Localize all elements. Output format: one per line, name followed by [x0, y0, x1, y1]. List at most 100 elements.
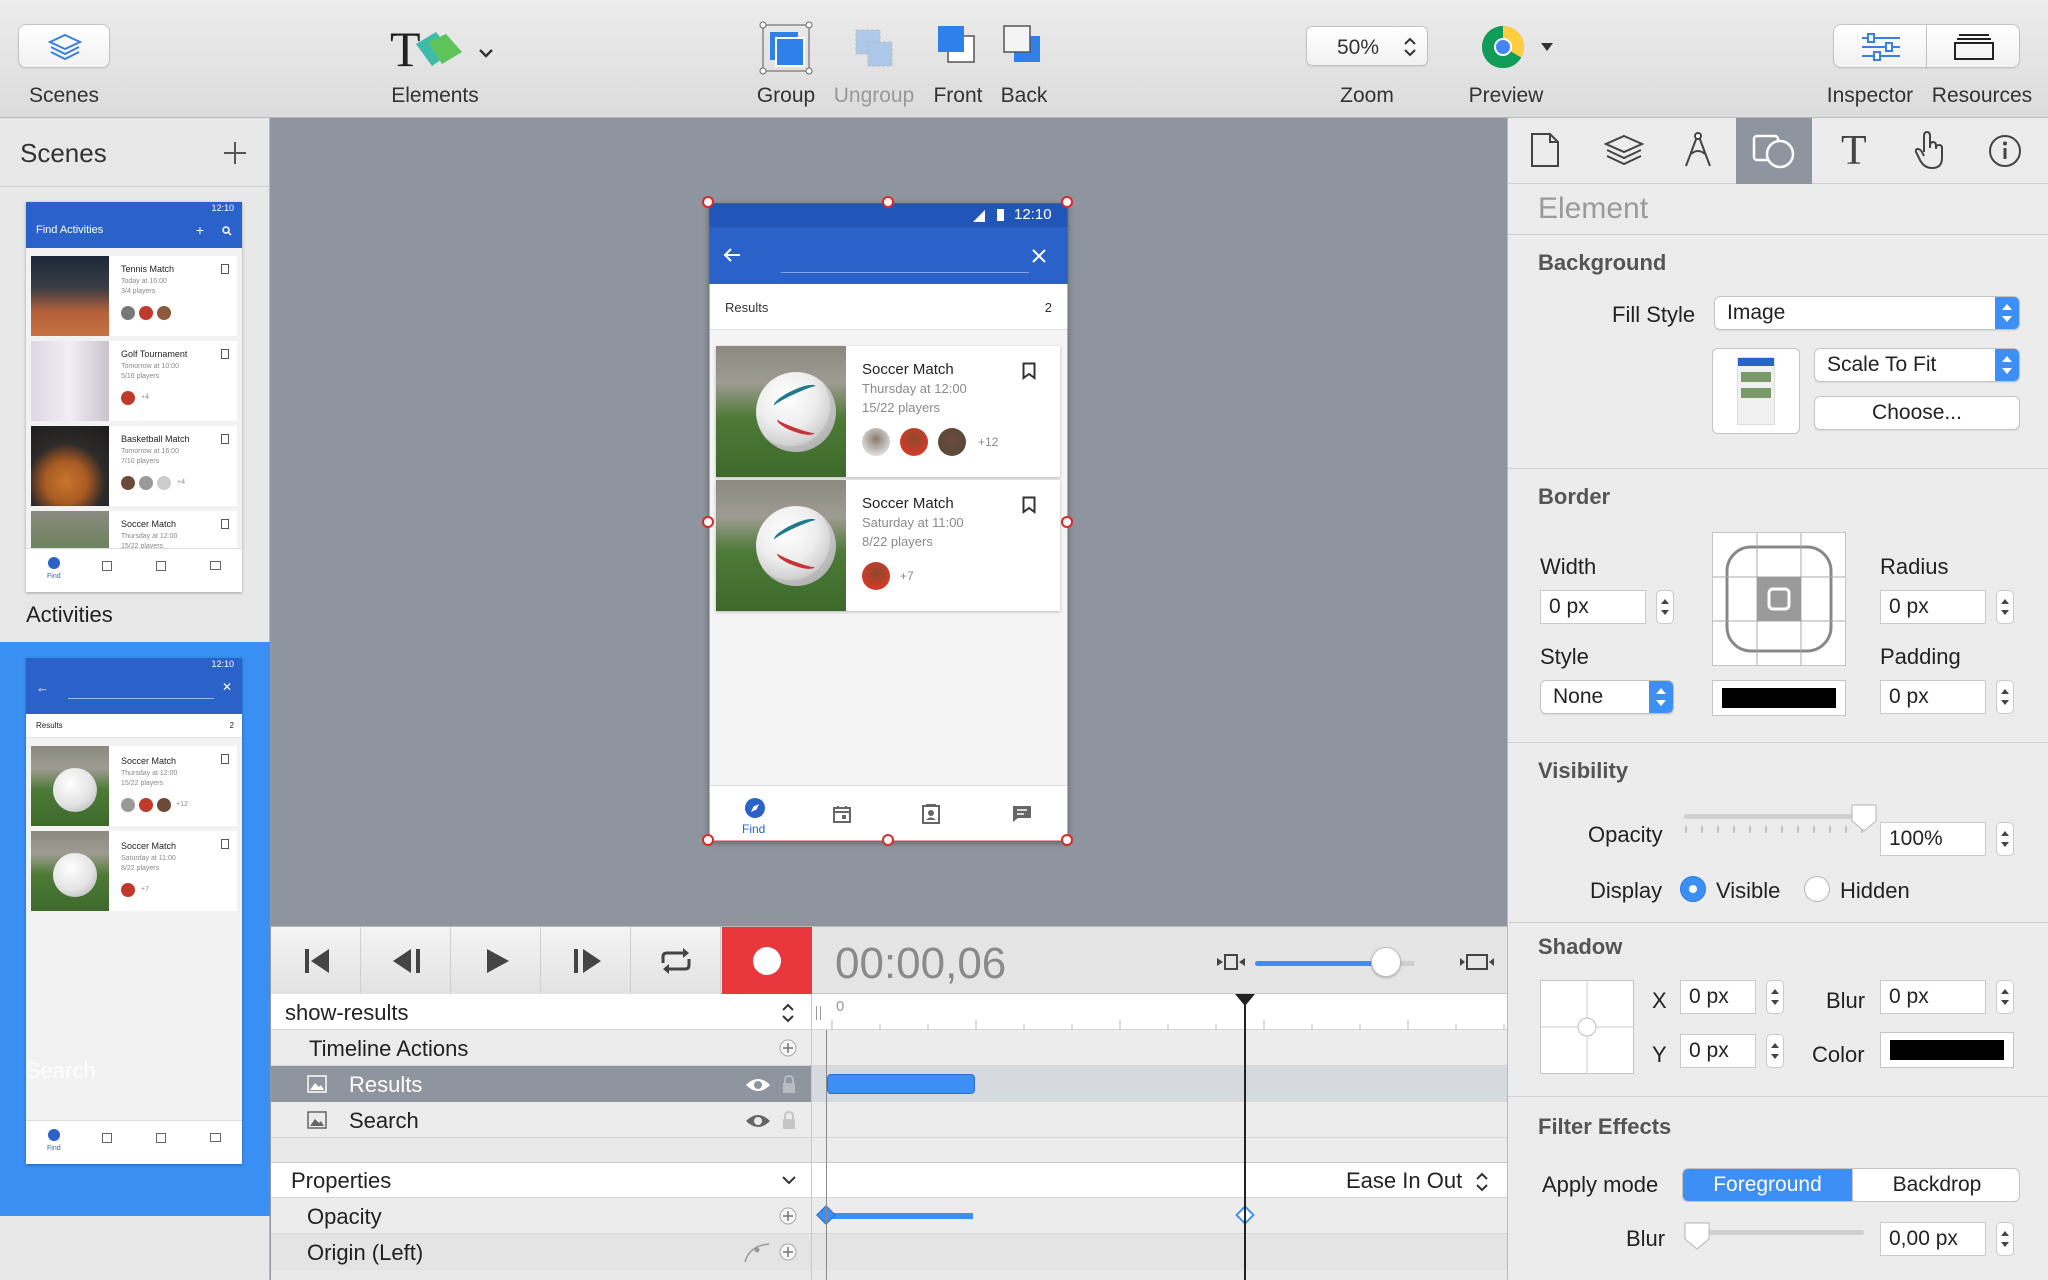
scale-mode-popup[interactable]: Scale To Fit	[1814, 348, 2020, 382]
bookmark-icon	[221, 349, 229, 359]
shadow-blur-field[interactable]: 0 px	[1880, 980, 1986, 1014]
border-color-well[interactable]	[1712, 680, 1846, 716]
scenes-toggle-button[interactable]	[18, 24, 110, 68]
border-radius-field[interactable]: 0 px	[1880, 590, 1986, 624]
track-origin[interactable]	[812, 1234, 1507, 1270]
eye-icon[interactable]	[745, 1077, 771, 1093]
pen-tool-icon[interactable]	[1682, 132, 1714, 168]
hidden-radio[interactable]	[1804, 876, 1830, 902]
zoom-stepper[interactable]: 50%	[1306, 26, 1428, 66]
ungroup-button[interactable]	[846, 20, 902, 76]
layers-tab-icon[interactable]	[1604, 134, 1644, 168]
document-icon[interactable]	[1530, 132, 1560, 168]
resize-handle-top-right[interactable]	[1061, 196, 1073, 208]
playhead-handle[interactable]	[1235, 994, 1255, 1008]
lock-icon[interactable]	[781, 1110, 797, 1130]
border-width-field[interactable]: 0 px	[1540, 590, 1646, 624]
image-well[interactable]	[1712, 348, 1800, 434]
bezier-path-icon[interactable]	[743, 1242, 771, 1264]
ungroup-label: Ungroup	[833, 84, 915, 107]
timeline-zoom-knob[interactable]	[1371, 947, 1402, 977]
eye-icon[interactable]	[745, 1113, 771, 1129]
loop-button[interactable]	[631, 927, 721, 995]
scene-thumbnail-search[interactable]: 12:10 ← ✕ Results 2 Soccer Match Thursda…	[26, 658, 242, 1164]
border-width-stepper[interactable]	[1656, 590, 1674, 624]
front-button[interactable]	[934, 22, 982, 70]
inspector-button[interactable]	[1833, 24, 1927, 68]
resize-handle-right[interactable]	[1061, 516, 1073, 528]
preview-button[interactable]	[1480, 24, 1560, 70]
keyframe-tween-bar[interactable]	[827, 1213, 973, 1219]
elements-button[interactable]: T	[388, 22, 498, 74]
border-radius-stepper[interactable]	[1996, 590, 2014, 624]
text-tab-icon[interactable]: T	[1838, 128, 1874, 170]
shadow-x-field[interactable]: 0 px	[1680, 980, 1756, 1014]
opacity-slider[interactable]	[1684, 814, 1864, 819]
foreground-segment[interactable]: Foreground	[1683, 1169, 1852, 1201]
play-button[interactable]	[451, 927, 541, 995]
lock-icon[interactable]	[781, 1074, 797, 1094]
animation-bar-results[interactable]	[827, 1074, 975, 1094]
shadow-y-stepper[interactable]	[1766, 1034, 1784, 1068]
filter-blur-slider[interactable]	[1684, 1230, 1864, 1235]
add-action-icon[interactable]	[779, 1039, 797, 1057]
properties-header[interactable]: Properties Ease In Out	[271, 1162, 1507, 1198]
resize-handle-top[interactable]	[882, 196, 894, 208]
previous-frame-button[interactable]	[361, 927, 451, 995]
layer-row-results[interactable]: Results	[271, 1066, 811, 1102]
opacity-slider-knob[interactable]	[1851, 804, 1877, 832]
shadow-color-well[interactable]	[1880, 1032, 2014, 1068]
padding-field[interactable]: 0 px	[1880, 680, 1986, 714]
resources-button[interactable]	[1926, 24, 2020, 68]
border-style-popup[interactable]: None	[1540, 680, 1674, 714]
choose-image-button[interactable]: Choose...	[1814, 396, 2020, 430]
go-to-start-button[interactable]	[271, 927, 361, 995]
resize-handle-top-left[interactable]	[702, 196, 714, 208]
scene-thumbnail-activities[interactable]: 12:10 Find Activities + Tennis Match Tod…	[26, 202, 242, 592]
filter-blur-field[interactable]: 0,00 px	[1880, 1222, 1986, 1256]
info-icon[interactable]	[1988, 134, 2022, 168]
hand-pointer-icon[interactable]	[1912, 130, 1948, 170]
resize-handle-bottom[interactable]	[882, 834, 894, 846]
property-row-opacity[interactable]: Opacity	[271, 1198, 811, 1234]
track-search[interactable]	[812, 1102, 1507, 1138]
scene-name-activities[interactable]: Activities	[26, 602, 113, 628]
fill-style-popup[interactable]: Image	[1714, 296, 2020, 330]
visible-radio[interactable]	[1680, 876, 1706, 902]
zoom-out-timeline-icon[interactable]	[1215, 953, 1247, 971]
shadow-y-field[interactable]: 0 px	[1680, 1034, 1756, 1068]
thumb-add-icon: +	[195, 222, 204, 238]
zoom-in-timeline-icon[interactable]	[1459, 953, 1495, 971]
opacity-stepper[interactable]	[1996, 822, 2014, 856]
record-button[interactable]	[722, 927, 812, 995]
add-keyframe-icon[interactable]	[779, 1243, 797, 1261]
property-row-origin-left[interactable]: Origin (Left)	[271, 1234, 811, 1270]
shadow-blur-stepper[interactable]	[1996, 980, 2014, 1014]
back-button[interactable]	[1000, 22, 1048, 70]
easing-selector[interactable]: Ease In Out	[1346, 1168, 1462, 1194]
group-button[interactable]	[758, 20, 814, 76]
chevron-down-icon[interactable]	[781, 1175, 797, 1185]
shadow-x-stepper[interactable]	[1766, 980, 1784, 1014]
shadow-offset-pad[interactable]	[1540, 980, 1634, 1074]
resize-handle-bottom-right[interactable]	[1061, 834, 1073, 846]
timeline-ruler[interactable]: 0	[812, 994, 1507, 1030]
layer-row-search[interactable]: Search	[271, 1102, 811, 1138]
compass-icon	[48, 557, 60, 569]
next-frame-button[interactable]	[541, 927, 631, 995]
animation-selector[interactable]: show-results	[271, 994, 811, 1030]
resize-handle-bottom-left[interactable]	[702, 834, 714, 846]
resize-handle-left[interactable]	[702, 516, 714, 528]
element-tab-active[interactable]	[1736, 118, 1812, 184]
add-scene-icon[interactable]	[222, 140, 248, 166]
opacity-field[interactable]: 100%	[1880, 822, 1986, 856]
preview-dropdown-icon[interactable]	[1540, 42, 1554, 52]
add-keyframe-icon[interactable]	[779, 1207, 797, 1225]
timeline-actions-row[interactable]: Timeline Actions	[271, 1030, 811, 1066]
border-sides-selector[interactable]	[1712, 532, 1846, 666]
backdrop-segment[interactable]: Backdrop	[1852, 1169, 2019, 1201]
padding-stepper[interactable]	[1996, 680, 2014, 714]
filter-blur-knob[interactable]	[1684, 1222, 1710, 1250]
scene-name-search[interactable]: Search	[26, 1058, 96, 1084]
filter-blur-stepper[interactable]	[1996, 1222, 2014, 1256]
